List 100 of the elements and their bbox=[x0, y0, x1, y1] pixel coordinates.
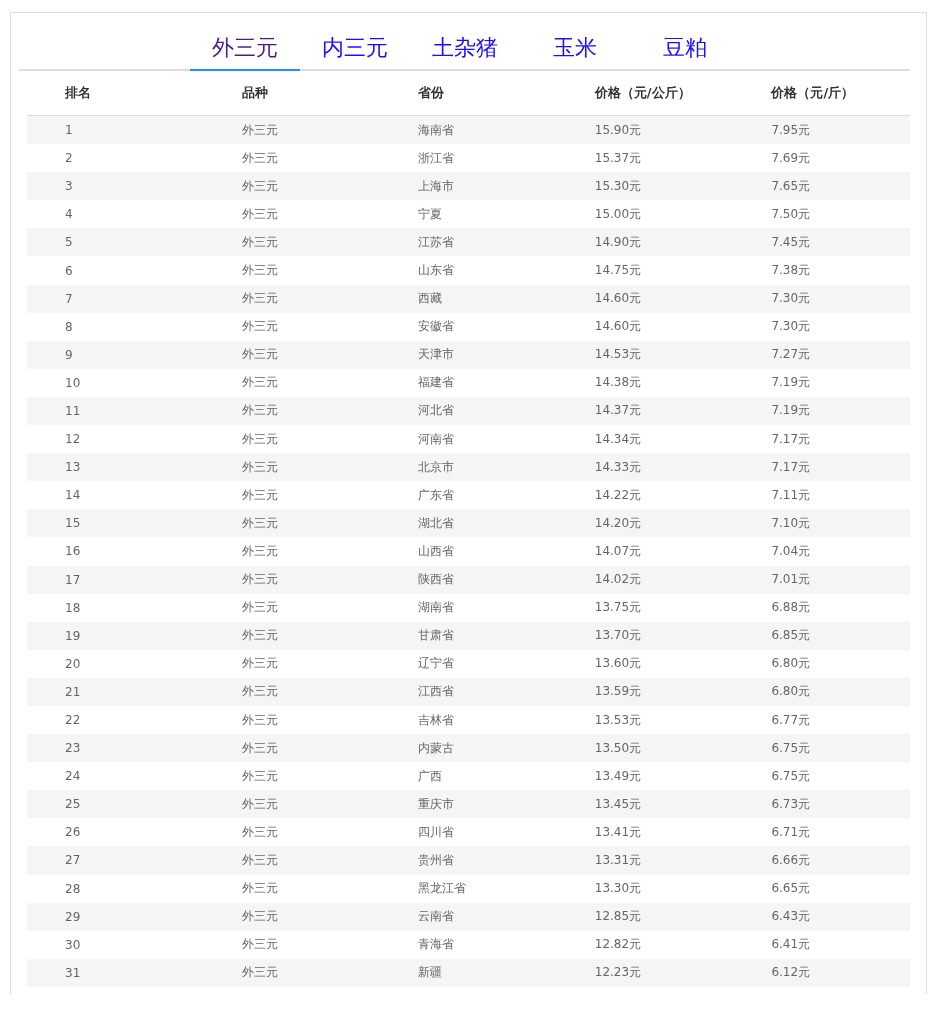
table-cell: 外三元 bbox=[241, 965, 278, 980]
table-cell: 陕西省 bbox=[418, 572, 455, 587]
table-cell: 7.17元 bbox=[771, 431, 811, 446]
table-cell: 外三元 bbox=[241, 375, 278, 390]
table-cell: 外三元 bbox=[241, 487, 278, 502]
table-cell: 7.19元 bbox=[771, 403, 811, 418]
table-cell: 19 bbox=[65, 628, 81, 643]
table-cell: 12.82元 bbox=[594, 937, 642, 952]
table-cell: 河北省 bbox=[418, 403, 455, 418]
table-cell: 海南省 bbox=[418, 122, 455, 137]
table-cell: 6.85元 bbox=[771, 628, 811, 643]
table-cell: 14.90元 bbox=[594, 234, 642, 249]
table-cell: 13.41元 bbox=[594, 824, 642, 839]
table-cell: 14.34元 bbox=[594, 431, 642, 446]
table-cell: 6.66元 bbox=[771, 853, 811, 867]
table-cell: 7.65元 bbox=[771, 178, 811, 193]
tab[interactable]: 土杂猪 bbox=[409, 29, 520, 71]
table-cell: 湖南省 bbox=[418, 600, 455, 615]
table-cell: 14.20元 bbox=[594, 515, 642, 530]
tab[interactable]: 豆粕 bbox=[629, 29, 740, 71]
table-cell: 26 bbox=[65, 825, 81, 840]
table-cell: 广东省 bbox=[418, 487, 455, 502]
table-cell: 7.69元 bbox=[771, 150, 811, 165]
table-cell: 12.23元 bbox=[594, 965, 642, 980]
table-cell: 6.75元 bbox=[771, 740, 811, 755]
table-cell: 24 bbox=[65, 769, 81, 784]
table-cell: 3 bbox=[65, 179, 73, 194]
table-cell: 贵州省 bbox=[418, 853, 455, 867]
table-cell: 四川省 bbox=[418, 824, 455, 839]
table-cell: 20 bbox=[65, 656, 81, 671]
table-cell: 13.31元 bbox=[594, 853, 642, 867]
tab[interactable]: 玉米 bbox=[519, 29, 630, 71]
table-cell: 7.17元 bbox=[771, 459, 811, 474]
table-cell: 外三元 bbox=[241, 572, 278, 587]
tab[interactable]: 外三元 bbox=[189, 29, 300, 71]
table-cell: 13.75元 bbox=[594, 600, 642, 615]
table-cell: 18 bbox=[65, 600, 81, 615]
column-header: 排名 bbox=[27, 71, 204, 116]
table-cell: 22 bbox=[65, 713, 81, 727]
table-cell: 6.75元 bbox=[771, 768, 811, 783]
table-cell: 7.19元 bbox=[771, 375, 811, 390]
table-cell: 安徽省 bbox=[418, 319, 455, 334]
table-cell: 8 bbox=[65, 319, 73, 334]
table-cell: 6.71元 bbox=[771, 824, 811, 839]
table-cell: 外三元 bbox=[241, 515, 278, 530]
table-cell: 外三元 bbox=[241, 122, 278, 137]
table-cell: 28 bbox=[65, 881, 81, 896]
table-cell: 福建省 bbox=[418, 375, 455, 390]
table-cell: 13.60元 bbox=[594, 656, 642, 671]
table-cell: 北京市 bbox=[418, 459, 455, 474]
table-cell: 23 bbox=[65, 741, 81, 756]
table-cell: 外三元 bbox=[241, 768, 278, 783]
table-cell: 内蒙古 bbox=[418, 740, 455, 755]
table-cell: 7.45元 bbox=[771, 234, 811, 249]
table-cell: 7 bbox=[65, 291, 73, 306]
column-header: 价格（元/公斤） bbox=[556, 71, 734, 116]
table-cell: 14.75元 bbox=[594, 263, 642, 277]
table-cell: 外三元 bbox=[241, 937, 278, 952]
table-cell: 2 bbox=[65, 151, 73, 166]
tab[interactable]: 内三元 bbox=[299, 29, 410, 71]
table-cell: 河南省 bbox=[418, 431, 455, 446]
table-cell: 9 bbox=[65, 347, 73, 362]
table-cell: 6.65元 bbox=[771, 881, 811, 896]
table-cell: 27 bbox=[65, 853, 81, 868]
table-cell: 21 bbox=[65, 684, 81, 699]
table-cell: 外三元 bbox=[241, 150, 278, 165]
table-cell: 7.50元 bbox=[771, 206, 811, 221]
table-cell: 新疆 bbox=[418, 965, 443, 980]
table-cell: 30 bbox=[65, 937, 81, 952]
table-cell: 13.50元 bbox=[594, 740, 642, 755]
table-cell: 1 bbox=[65, 123, 73, 138]
table-cell: 甘肃省 bbox=[418, 628, 455, 643]
column-header: 品种 bbox=[203, 71, 381, 116]
table-cell: 湖北省 bbox=[418, 515, 455, 530]
table-cell: 浙江省 bbox=[418, 150, 455, 165]
table-cell: 6 bbox=[65, 263, 73, 278]
table-cell: 16 bbox=[65, 544, 81, 559]
table-cell: 14.38元 bbox=[594, 375, 642, 390]
table-cell: 7.30元 bbox=[771, 291, 811, 306]
table-cell: 西藏 bbox=[418, 291, 443, 306]
table-cell: 12.85元 bbox=[594, 909, 642, 924]
table-cell: 6.80元 bbox=[771, 684, 811, 699]
table-cell: 15.90元 bbox=[594, 122, 642, 137]
table-cell: 外三元 bbox=[241, 347, 278, 362]
table-cell: 宁夏 bbox=[418, 206, 443, 221]
table-cell: 外三元 bbox=[241, 740, 278, 755]
table-cell: 5 bbox=[65, 235, 73, 250]
table-cell: 吉林省 bbox=[418, 712, 455, 727]
table-cell: 6.41元 bbox=[771, 937, 811, 952]
table-cell: 7.11元 bbox=[771, 487, 811, 502]
table-cell: 外三元 bbox=[241, 543, 278, 558]
table-cell: 14.37元 bbox=[594, 403, 642, 418]
table-cell: 14.60元 bbox=[594, 291, 642, 306]
table-cell: 外三元 bbox=[241, 263, 278, 277]
column-header: 省份 bbox=[380, 71, 557, 116]
table-cell: 外三元 bbox=[241, 291, 278, 306]
table-cell: 13.49元 bbox=[594, 768, 642, 783]
table-cell: 15.37元 bbox=[594, 150, 642, 165]
table-cell: 6.80元 bbox=[771, 656, 811, 671]
table-cell: 外三元 bbox=[241, 712, 278, 727]
